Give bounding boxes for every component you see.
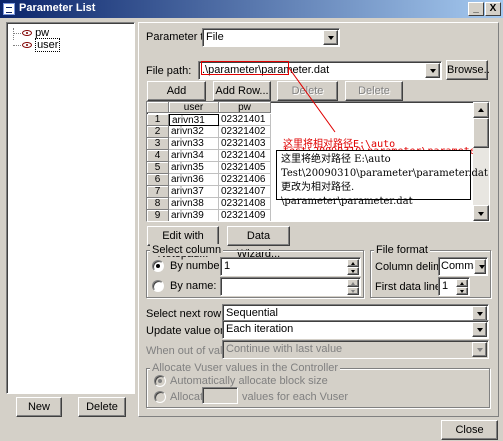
update-value-on-label: Update value on: xyxy=(146,325,230,337)
grid-cell[interactable]: 02321402 xyxy=(219,126,271,138)
when-out-of-values-select[interactable]: Continue with last value xyxy=(222,340,489,359)
chevron-down-icon[interactable] xyxy=(474,259,486,274)
chevron-down-icon[interactable] xyxy=(472,322,487,337)
column-number-input[interactable]: 1 xyxy=(220,257,361,276)
tree-item-user[interactable]: user xyxy=(22,38,61,52)
grid-cell[interactable]: 02321403 xyxy=(219,138,271,150)
path-tooltip: 这里将绝对路径 E:\auto Test\20090310\parameter\… xyxy=(276,150,488,207)
title-bar[interactable]: Parameter List _ X xyxy=(0,0,503,18)
grid-cell[interactable]: arivn31 xyxy=(169,114,219,126)
auto-allocate-radio[interactable] xyxy=(154,375,166,387)
update-value-on-select[interactable]: Each iteration xyxy=(222,320,489,339)
by-name-label: By name: xyxy=(170,280,217,292)
chevron-down-icon[interactable] xyxy=(472,342,487,357)
column-header-pw[interactable]: pw xyxy=(219,102,271,113)
data-wizard-button[interactable]: Data Wizard... xyxy=(227,226,290,260)
add-column-button[interactable]: Add Column... xyxy=(147,81,206,115)
parameter-type-select[interactable]: File xyxy=(202,28,340,47)
grid-cell[interactable]: arivn36 xyxy=(169,174,219,186)
allocate-count-input[interactable] xyxy=(202,387,238,404)
grid-cell[interactable]: arivn35 xyxy=(169,162,219,174)
row-header[interactable]: 4 xyxy=(147,150,169,162)
first-data-line-label: First data line: xyxy=(375,281,445,293)
browse-button[interactable]: Browse.. xyxy=(446,60,490,80)
close-window-button[interactable]: X xyxy=(485,2,501,16)
grid-cell[interactable]: 02321406 xyxy=(219,174,271,186)
tooltip-line-1: 这里将绝对路径 E:\auto xyxy=(281,154,391,165)
parameter-icon xyxy=(22,42,32,49)
allocate-title: Allocate Vuser values in the Controller xyxy=(150,362,341,374)
grid-cell[interactable]: arivn33 xyxy=(169,138,219,150)
window-title: Parameter List xyxy=(19,2,96,14)
row-header[interactable]: 8 xyxy=(147,198,169,210)
delete-row-button[interactable]: Delete Row... xyxy=(345,81,403,115)
allocate-radio[interactable] xyxy=(154,391,166,403)
grid-corner-header xyxy=(147,102,169,113)
column-number-spinner[interactable] xyxy=(347,259,359,277)
grid-cell[interactable]: arivn39 xyxy=(169,210,219,221)
by-number-label: By number: xyxy=(170,260,227,272)
row-header[interactable]: 3 xyxy=(147,138,169,150)
chevron-down-icon[interactable] xyxy=(425,63,440,78)
chevron-down-icon[interactable] xyxy=(323,30,338,45)
parameter-icon xyxy=(22,30,32,37)
tree-item-label: user xyxy=(35,38,61,52)
by-name-radio[interactable] xyxy=(152,280,164,292)
file-path-label: File path: xyxy=(146,65,192,77)
values-per-vuser-label: values for each Vuser xyxy=(242,391,348,403)
annotation-leader-line xyxy=(289,68,337,134)
grid-cell[interactable]: 02321408 xyxy=(219,198,271,210)
app-icon xyxy=(3,3,15,15)
tooltip-line-2: Test\20090310\parameter\parameter.dat xyxy=(281,168,488,179)
select-next-row-label: Select next row: xyxy=(146,308,225,320)
grid-cell[interactable]: 02321404 xyxy=(219,150,271,162)
parameter-tree[interactable]: pw user xyxy=(6,22,135,394)
grid-cell[interactable]: arivn32 xyxy=(169,126,219,138)
scroll-down-icon[interactable] xyxy=(473,205,489,221)
column-header-user[interactable]: user xyxy=(169,102,219,113)
auto-allocate-label: Automatically allocate block size xyxy=(170,375,328,387)
chevron-down-icon[interactable] xyxy=(472,306,487,321)
grid-cell[interactable]: 02321405 xyxy=(219,162,271,174)
file-format-title: File format xyxy=(374,244,430,256)
grid-cell[interactable]: arivn34 xyxy=(169,150,219,162)
scroll-thumb[interactable] xyxy=(473,118,489,148)
column-delimiter-select[interactable]: Comma xyxy=(438,257,488,276)
close-button[interactable]: Close xyxy=(441,420,498,440)
row-header[interactable]: 7 xyxy=(147,186,169,198)
row-header[interactable]: 2 xyxy=(147,126,169,138)
row-header[interactable]: 1 xyxy=(147,114,169,126)
new-parameter-button[interactable]: New xyxy=(16,397,62,417)
first-data-line-spinner[interactable] xyxy=(456,279,468,297)
tooltip-line-3: 更改为相对路径. \parameter\parameter.dat xyxy=(281,182,413,207)
first-data-line-input[interactable]: 1 xyxy=(438,277,470,296)
row-header[interactable]: 9 xyxy=(147,210,169,221)
delete-parameter-button[interactable]: Delete xyxy=(78,397,126,417)
scroll-up-icon[interactable] xyxy=(473,102,489,118)
edit-with-notepad-button[interactable]: Edit with Notepad... xyxy=(147,226,219,260)
path-highlight-box xyxy=(201,61,289,75)
grid-cell[interactable]: 02321409 xyxy=(219,210,271,221)
grid-cell[interactable]: 02321401 xyxy=(219,114,271,126)
grid-cell[interactable]: arivn38 xyxy=(169,198,219,210)
by-number-radio[interactable] xyxy=(152,260,164,272)
row-header[interactable]: 5 xyxy=(147,162,169,174)
minimize-button[interactable]: _ xyxy=(468,2,484,16)
grid-vertical-scrollbar[interactable] xyxy=(473,102,489,221)
column-name-select[interactable] xyxy=(220,277,361,296)
grid-cell[interactable]: 02321407 xyxy=(219,186,271,198)
select-column-title: Select column xyxy=(150,244,224,256)
grid-cell[interactable]: arivn37 xyxy=(169,186,219,198)
column-name-spinner[interactable] xyxy=(347,279,359,297)
row-header[interactable]: 6 xyxy=(147,174,169,186)
add-row-button[interactable]: Add Row... xyxy=(213,81,271,101)
